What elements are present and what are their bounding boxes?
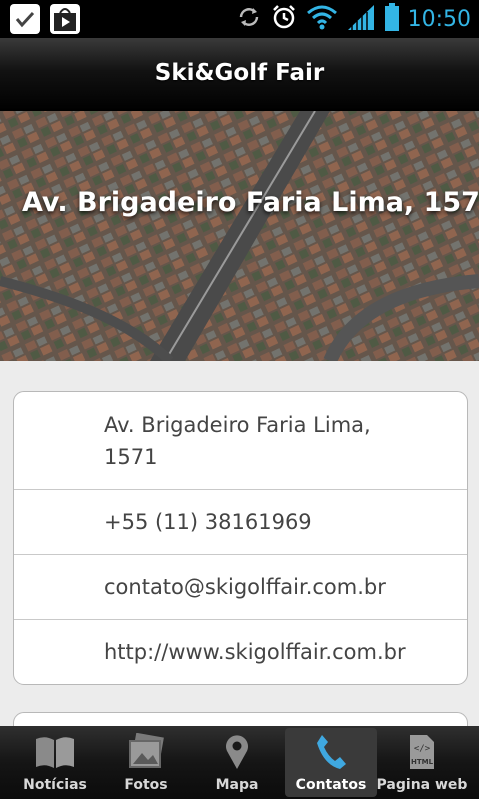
- contact-card: Av. Brigadeiro Faria Lima, 1571 +55 (11)…: [13, 391, 468, 685]
- book-icon: [7, 732, 103, 772]
- checkmark-notification-icon: [10, 4, 40, 34]
- sync-icon: [236, 4, 262, 34]
- map-pin-icon: [189, 732, 285, 772]
- signal-icon: [346, 3, 376, 35]
- website-url: http://www.skigolffair.com.br: [104, 640, 406, 664]
- tab-noticias[interactable]: Notícias: [7, 726, 103, 799]
- tab-label: Mapa: [215, 777, 259, 793]
- svg-text:</>: </>: [414, 744, 431, 754]
- aerial-map-image: Av. Brigadeiro Faria Lima, 1571: [0, 111, 479, 361]
- svg-text:HTML: HTML: [411, 758, 434, 766]
- phone-row[interactable]: +55 (11) 38161969: [14, 489, 467, 554]
- website-row[interactable]: http://www.skigolffair.com.br: [14, 619, 467, 684]
- tab-fotos[interactable]: Fotos: [98, 726, 194, 799]
- phone-icon: [283, 732, 379, 772]
- tab-label: Contatos: [295, 777, 367, 793]
- tab-contatos[interactable]: Contatos: [283, 726, 379, 799]
- tab-label: Notícias: [23, 777, 87, 793]
- email-row[interactable]: contato@skigolffair.com.br: [14, 554, 467, 619]
- address-line-2: 1571: [104, 444, 158, 469]
- address-line-1: Av. Brigadeiro Faria Lima,: [104, 412, 371, 437]
- alarm-icon: [270, 3, 298, 35]
- tab-label: Pagina web: [376, 777, 468, 793]
- page-title: Ski&Golf Fair: [154, 60, 325, 86]
- html-icon: </> HTML: [374, 732, 470, 772]
- tab-pagina-web[interactable]: </> HTML Pagina web: [374, 726, 470, 799]
- bottom-tab-bar: Notícias Fotos Mapa Contatos </> HTML Pag…: [0, 726, 479, 799]
- tab-mapa[interactable]: Mapa: [189, 726, 285, 799]
- hero-address: Av. Brigadeiro Faria Lima, 1571: [22, 187, 479, 218]
- battery-icon: [384, 3, 400, 35]
- wifi-icon: [306, 4, 338, 34]
- address-row[interactable]: Av. Brigadeiro Faria Lima, 1571: [14, 392, 467, 489]
- phone-number: +55 (11) 38161969: [104, 510, 312, 534]
- status-bar: 10:50: [0, 0, 479, 38]
- play-store-notification-icon: [50, 4, 80, 34]
- action-bar: Ski&Golf Fair: [0, 38, 479, 111]
- photos-icon: [98, 732, 194, 772]
- email-address: contato@skigolffair.com.br: [104, 575, 386, 599]
- tab-label: Fotos: [124, 777, 168, 793]
- clock: 10:50: [407, 6, 471, 32]
